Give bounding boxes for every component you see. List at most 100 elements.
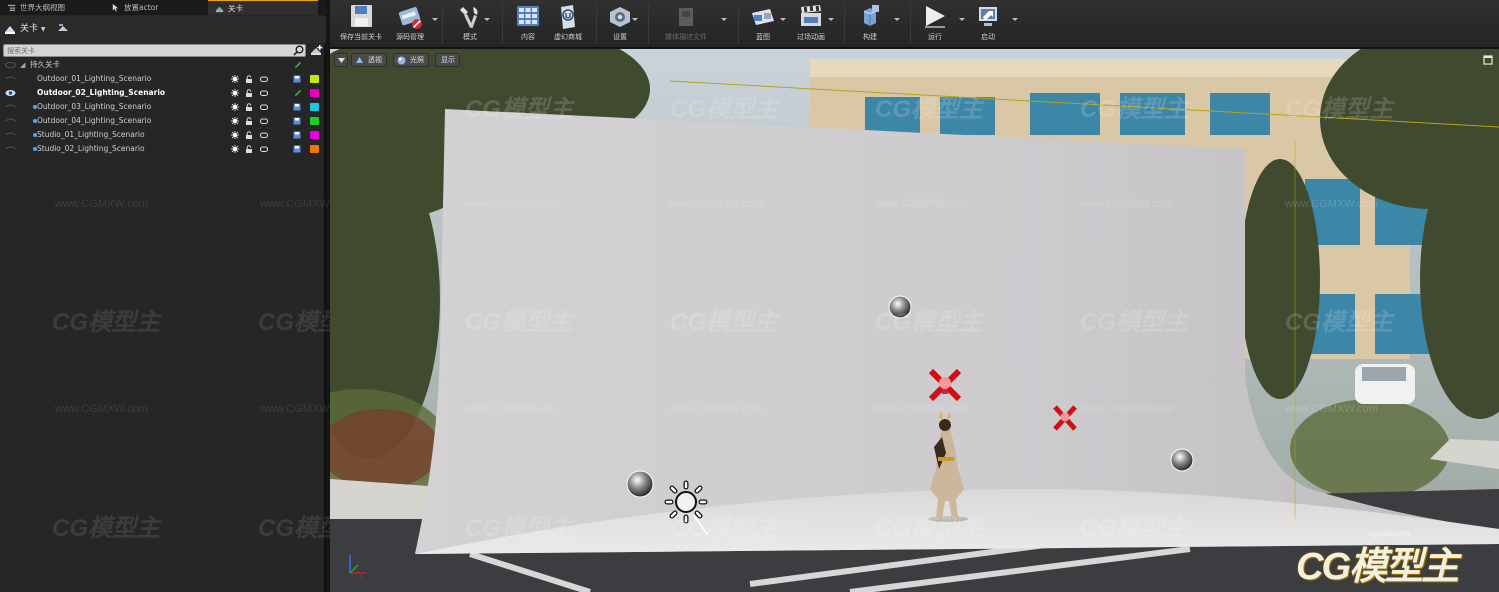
toolbar-separator [910, 4, 911, 44]
lock-icon[interactable] [245, 145, 253, 153]
toolbar-separator [738, 4, 739, 44]
cinematics-dropdown-icon[interactable] [828, 18, 834, 21]
lit-mode-button[interactable]: 光照 [393, 53, 429, 67]
list-item-outdoor-01[interactable]: Outdoor_01_Lighting_Scenario [0, 72, 324, 86]
save-level-icon[interactable] [293, 145, 301, 153]
launch-button[interactable]: 启动 [968, 2, 1008, 46]
level-color-swatch[interactable] [310, 89, 319, 97]
gamepad-icon[interactable] [260, 103, 268, 111]
tab-levels[interactable]: 关卡 [208, 0, 318, 15]
toolbar-separator [442, 4, 443, 44]
list-item-outdoor-03[interactable]: Outdoor_03_Lighting_Scenario [0, 100, 324, 114]
show-button[interactable]: 显示 [435, 53, 460, 67]
panel-tab-strip: 世界大纲视图 放置actor 关卡 [0, 0, 326, 15]
tab-levels-label: 关卡 [228, 4, 243, 13]
media-profile-button[interactable]: 媒体描述文件 [658, 2, 714, 46]
search-input[interactable] [3, 44, 306, 57]
visibility-eye-icon[interactable] [5, 75, 16, 83]
gamepad-icon[interactable] [260, 75, 268, 83]
level-viewport[interactable]: 透视 光照 显示 x CG模型主 CG模型主 CG模型主 CG模型主 CG模型主… [330, 49, 1499, 592]
level-color-swatch[interactable] [310, 145, 319, 153]
save-icon [351, 5, 372, 27]
viewport-options-button[interactable] [334, 53, 348, 67]
search-icon[interactable] [293, 45, 304, 56]
visibility-eye-icon[interactable] [5, 145, 16, 153]
visibility-eye-icon[interactable] [5, 117, 16, 125]
lock-icon[interactable] [245, 103, 253, 111]
lighting-scenario-icon[interactable] [231, 117, 239, 125]
lighting-scenario-icon[interactable] [231, 145, 239, 153]
maximize-viewport-icon[interactable] [1483, 55, 1493, 65]
blueprints-button[interactable]: 蓝图 [744, 2, 782, 46]
settings-dropdown-icon[interactable] [632, 18, 638, 21]
lock-icon[interactable] [245, 117, 253, 125]
save-current-level-button[interactable]: 保存当前关卡 [332, 2, 390, 46]
play-button[interactable]: 运行 [916, 2, 954, 46]
watermark-url: www.CGMXW.com [55, 403, 148, 415]
gamepad-icon[interactable] [260, 89, 268, 97]
collapse-arrow-icon[interactable]: ◢ [20, 58, 25, 72]
lighting-scenario-icon[interactable] [231, 103, 239, 111]
list-item-outdoor-04[interactable]: Outdoor_04_Lighting_Scenario [0, 114, 324, 128]
build-button[interactable]: 构建 [850, 2, 890, 46]
visibility-eye-icon[interactable] [5, 103, 16, 111]
save-level-icon[interactable] [293, 103, 301, 111]
tab-world-outliner[interactable]: 世界大纲视图 [0, 0, 104, 15]
visibility-eye-icon[interactable] [5, 89, 16, 97]
lighting-scenario-icon[interactable] [231, 131, 239, 139]
save-level-icon[interactable] [293, 75, 301, 83]
launch-dropdown-icon[interactable] [1012, 18, 1018, 21]
source-control-dropdown-icon[interactable] [432, 18, 438, 21]
levels-menu-button[interactable]: 关卡 ▼ [5, 21, 46, 37]
list-item-persistent-level[interactable]: ◢ 持久关卡 [0, 58, 324, 72]
level-color-swatch[interactable] [310, 131, 319, 139]
lighting-scenario-icon[interactable] [231, 89, 239, 97]
source-control-button[interactable]: 源码管理 [390, 2, 430, 46]
lighting-scenario-icon[interactable] [231, 75, 239, 83]
toolbar-separator [596, 4, 597, 44]
blueprints-label: 蓝图 [756, 33, 770, 41]
list-item-studio-01[interactable]: Studio_01_Lighting_Scenario [0, 128, 324, 142]
lock-icon[interactable] [245, 75, 253, 83]
build-dropdown-icon[interactable] [894, 18, 900, 21]
level-label: Studio_02_Lighting_Scenario [37, 144, 145, 153]
tab-place-actor[interactable]: 放置actor [104, 0, 208, 15]
search-row [3, 44, 323, 57]
level-color-swatch[interactable] [310, 75, 319, 83]
modes-dropdown-icon[interactable] [484, 18, 490, 21]
gamepad-icon[interactable] [260, 117, 268, 125]
content-button[interactable]: 内容 [508, 2, 548, 46]
toolbar-separator [844, 4, 845, 44]
pencil-icon[interactable] [294, 61, 302, 69]
modes-label: 模式 [463, 33, 477, 41]
lock-icon[interactable] [245, 131, 253, 139]
add-level-button[interactable] [310, 45, 323, 56]
blueprints-dropdown-icon[interactable] [780, 18, 786, 21]
visibility-eye-icon[interactable] [5, 131, 16, 139]
pencil-icon[interactable] [294, 89, 302, 97]
level-color-swatch[interactable] [310, 103, 319, 111]
gamepad-icon[interactable] [260, 131, 268, 139]
lit-mode-label: 光照 [410, 56, 424, 64]
save-level-icon[interactable] [293, 131, 301, 139]
gamepad-icon[interactable] [260, 145, 268, 153]
watermark-text: CG模型主 [52, 515, 160, 542]
play-label: 运行 [928, 33, 942, 41]
marketplace-button[interactable]: 虚幻商城 [548, 2, 588, 46]
settings-button[interactable]: 设置 [602, 2, 638, 46]
visibility-eye-icon[interactable] [5, 61, 16, 69]
lock-icon[interactable] [245, 89, 253, 97]
media-profile-dropdown-icon[interactable] [721, 18, 727, 21]
save-level-icon[interactable] [293, 117, 301, 125]
modes-icon [460, 7, 478, 29]
list-item-studio-02[interactable]: Studio_02_Lighting_Scenario [0, 142, 324, 156]
level-details-icon[interactable] [57, 22, 69, 34]
play-dropdown-icon[interactable] [959, 18, 965, 21]
level-color-swatch[interactable] [310, 117, 319, 125]
cinematics-button[interactable]: 过场动画 [790, 2, 832, 46]
modes-button[interactable]: 模式 [450, 2, 490, 46]
list-item-outdoor-02[interactable]: Outdoor_02_Lighting_Scenario [0, 86, 324, 100]
source-control-label: 源码管理 [396, 33, 424, 41]
perspective-button[interactable]: 透视 [351, 53, 387, 67]
build-icon [863, 5, 879, 26]
